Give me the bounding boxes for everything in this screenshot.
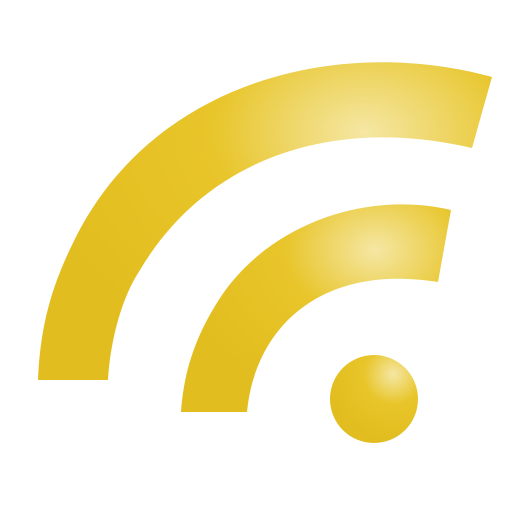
signal-dot bbox=[330, 355, 418, 443]
rss-feed-icon bbox=[38, 62, 492, 443]
icon-canvas bbox=[0, 0, 512, 512]
